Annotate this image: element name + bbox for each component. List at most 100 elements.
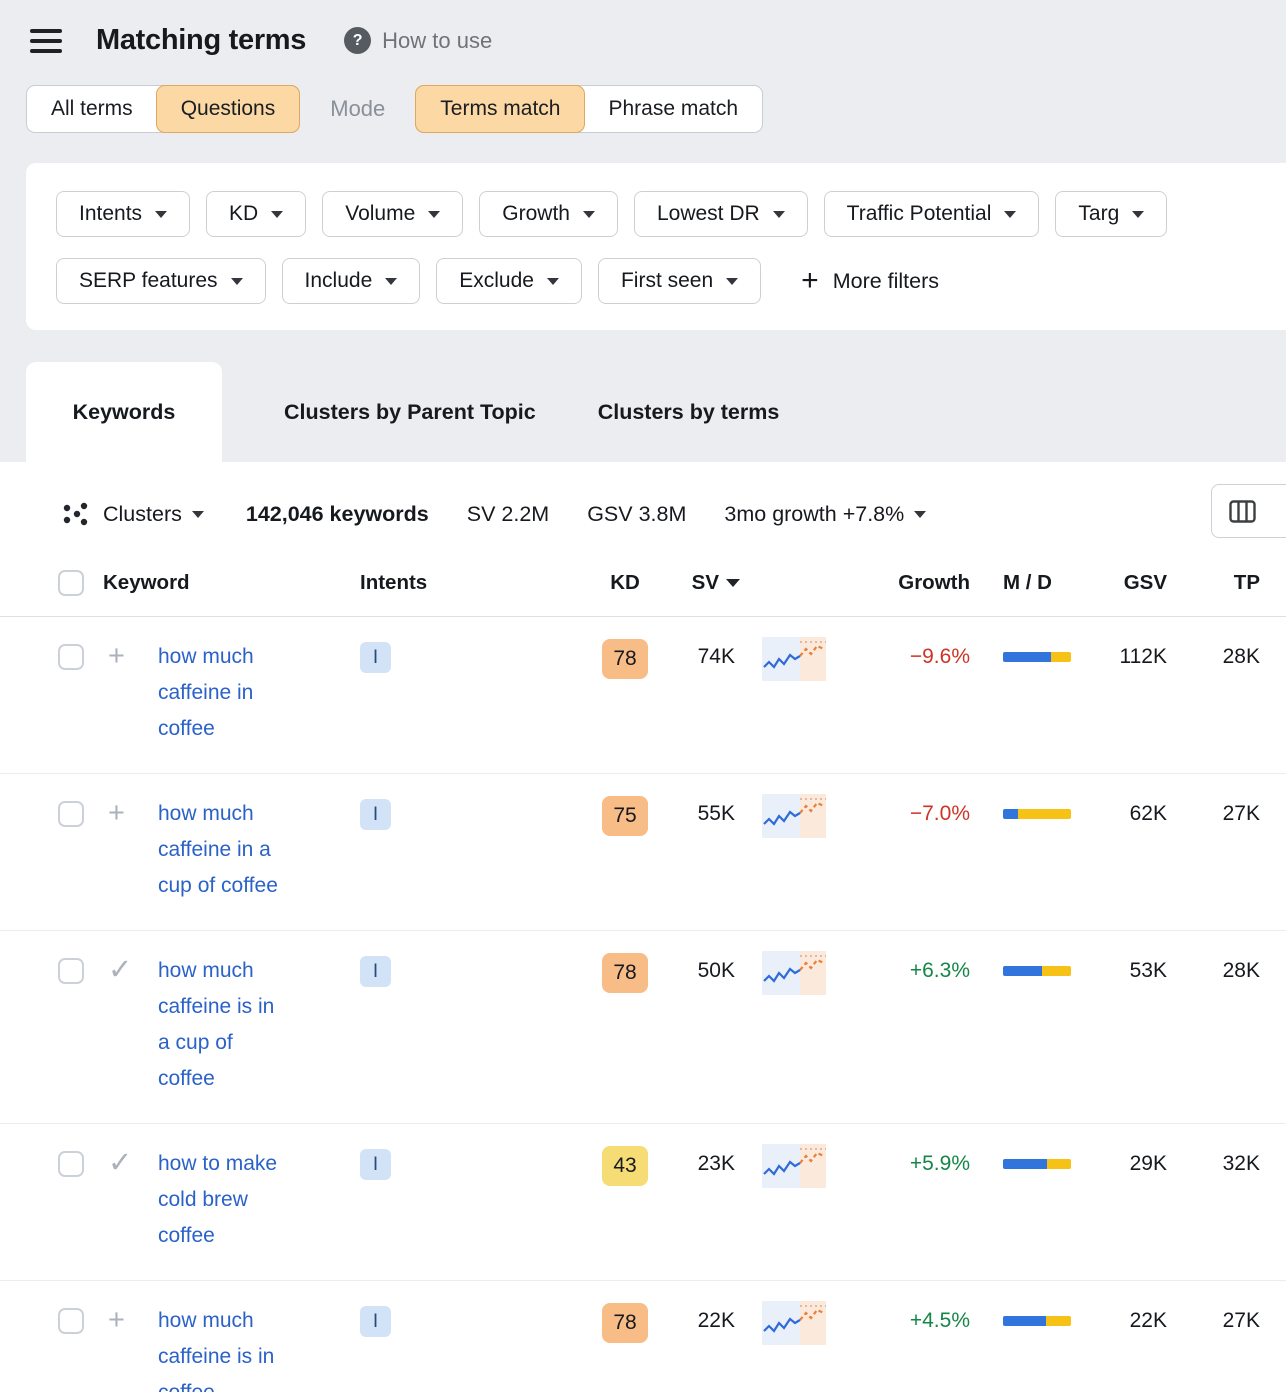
add-to-list-icon[interactable]: + — [100, 1303, 158, 1337]
tp-value: 27K — [1170, 1303, 1265, 1339]
filter-target[interactable]: Targ — [1055, 191, 1167, 237]
columns-button[interactable] — [1211, 484, 1286, 538]
chevron-down-icon — [547, 278, 559, 285]
growth-value: +4.5% — [840, 1303, 975, 1339]
tp-value: 28K — [1170, 953, 1265, 989]
intent-badge[interactable]: I — [360, 1306, 391, 1337]
table-header-row: Keyword Intents KD SV Growth M / D GSV T… — [0, 554, 1286, 617]
col-header-kd[interactable]: KD — [590, 571, 660, 595]
filters-row-1: Intents KD Volume Growth Lowest DR Traff… — [56, 191, 1286, 237]
filter-intents[interactable]: Intents — [56, 191, 190, 237]
chevron-down-icon — [231, 278, 243, 285]
clusters-dropdown[interactable]: Clusters — [103, 502, 204, 527]
columns-icon — [1229, 500, 1256, 523]
row-checkbox[interactable] — [58, 644, 84, 670]
add-to-list-icon[interactable]: + — [100, 796, 158, 830]
filter-serp-features-label: SERP features — [79, 269, 218, 293]
col-header-sv[interactable]: SV — [660, 571, 740, 595]
chevron-down-icon — [583, 211, 595, 218]
sv-total: SV 2.2M — [467, 502, 549, 527]
intent-badge[interactable]: I — [360, 642, 391, 673]
col-header-growth[interactable]: Growth — [840, 571, 975, 595]
desktop-share-bar — [1018, 809, 1071, 819]
added-check-icon[interactable]: ✓ — [100, 953, 158, 987]
table-row: + how much caffeine is in coffee I 78 22… — [0, 1281, 1286, 1392]
col-header-md[interactable]: M / D — [975, 571, 1090, 595]
tp-value: 27K — [1170, 796, 1265, 832]
filter-volume-label: Volume — [345, 202, 415, 226]
kd-badge: 43 — [602, 1146, 648, 1186]
gsv-value: 22K — [1090, 1303, 1170, 1339]
filter-include[interactable]: Include — [282, 258, 421, 304]
gsv-value: 29K — [1090, 1146, 1170, 1182]
row-checkbox[interactable] — [58, 801, 84, 827]
more-filters-button[interactable]: + More filters — [801, 269, 939, 294]
filter-lowest-dr[interactable]: Lowest DR — [634, 191, 808, 237]
sv-value: 22K — [660, 1303, 740, 1339]
matching-terms-page: Matching terms ? How to use All terms Qu… — [0, 0, 1286, 1392]
mode-bar: All terms Questions Mode Terms match Phr… — [26, 85, 1260, 133]
intent-badge[interactable]: I — [360, 799, 391, 830]
row-checkbox[interactable] — [58, 1308, 84, 1334]
filter-growth[interactable]: Growth — [479, 191, 618, 237]
chevron-down-icon — [773, 211, 785, 218]
table-row: ✓ how to make cold brew coffee I 43 23K … — [0, 1124, 1286, 1281]
desktop-share-bar — [1047, 1159, 1071, 1169]
filter-traffic-potential[interactable]: Traffic Potential — [824, 191, 1040, 237]
trend-sparkline — [762, 1144, 826, 1188]
col-header-tp[interactable]: TP — [1170, 571, 1265, 595]
how-to-use[interactable]: ? How to use — [344, 27, 492, 54]
col-header-intents[interactable]: Intents — [360, 571, 590, 595]
tab-all-terms[interactable]: All terms — [27, 86, 157, 132]
desktop-share-bar — [1042, 966, 1071, 976]
keyword-link[interactable]: how much caffeine in a cup of coffee — [158, 796, 290, 904]
filter-volume[interactable]: Volume — [322, 191, 463, 237]
filter-serp-features[interactable]: SERP features — [56, 258, 266, 304]
col-header-gsv[interactable]: GSV — [1090, 571, 1170, 595]
select-all-checkbox[interactable] — [58, 570, 84, 596]
chevron-down-icon — [726, 278, 738, 285]
keyword-link[interactable]: how much caffeine is in coffee — [158, 1303, 290, 1392]
tab-terms-match[interactable]: Terms match — [415, 85, 585, 133]
terms-segmented-control: All terms Questions — [26, 85, 300, 133]
table-row: + how much caffeine in coffee I 78 74K −… — [0, 617, 1286, 774]
mobile-share-bar — [1003, 966, 1042, 976]
sv-value: 50K — [660, 953, 740, 989]
intent-badge[interactable]: I — [360, 956, 391, 987]
sv-value: 55K — [660, 796, 740, 832]
added-check-icon[interactable]: ✓ — [100, 1146, 158, 1180]
growth-dropdown[interactable]: 3mo growth +7.8% — [724, 502, 926, 527]
filter-intents-label: Intents — [79, 202, 142, 226]
help-icon[interactable]: ? — [344, 27, 371, 54]
intent-badge[interactable]: I — [360, 1149, 391, 1180]
how-to-use-label[interactable]: How to use — [382, 28, 492, 54]
tab-keywords[interactable]: Keywords — [26, 362, 222, 462]
filter-exclude[interactable]: Exclude — [436, 258, 582, 304]
kd-badge: 78 — [602, 639, 648, 679]
mobile-desktop-bar — [1003, 966, 1071, 976]
filter-include-label: Include — [305, 269, 373, 293]
tab-phrase-match[interactable]: Phrase match — [584, 86, 762, 132]
tp-value: 32K — [1170, 1146, 1265, 1182]
hamburger-menu-icon[interactable] — [30, 29, 62, 53]
chevron-down-icon — [155, 211, 167, 218]
col-header-keyword[interactable]: Keyword — [100, 571, 360, 595]
keyword-link[interactable]: how to make cold brew coffee — [158, 1146, 290, 1254]
filter-lowest-dr-label: Lowest DR — [657, 202, 760, 226]
filter-kd[interactable]: KD — [206, 191, 306, 237]
tab-clusters-by-terms[interactable]: Clusters by terms — [598, 400, 780, 425]
tab-questions[interactable]: Questions — [156, 85, 301, 133]
filter-first-seen-label: First seen — [621, 269, 713, 293]
page-title: Matching terms — [96, 24, 306, 57]
row-checkbox[interactable] — [58, 958, 84, 984]
keyword-link[interactable]: how much caffeine is in a cup of coffee — [158, 953, 290, 1097]
row-checkbox[interactable] — [58, 1151, 84, 1177]
tab-clusters-by-parent-topic[interactable]: Clusters by Parent Topic — [284, 400, 536, 425]
plus-icon: + — [801, 271, 819, 291]
trend-sparkline — [762, 951, 826, 995]
chevron-down-icon — [192, 511, 204, 518]
add-to-list-icon[interactable]: + — [100, 639, 158, 673]
keyword-link[interactable]: how much caffeine in coffee — [158, 639, 290, 747]
clusters-icon — [60, 499, 90, 529]
filter-first-seen[interactable]: First seen — [598, 258, 761, 304]
